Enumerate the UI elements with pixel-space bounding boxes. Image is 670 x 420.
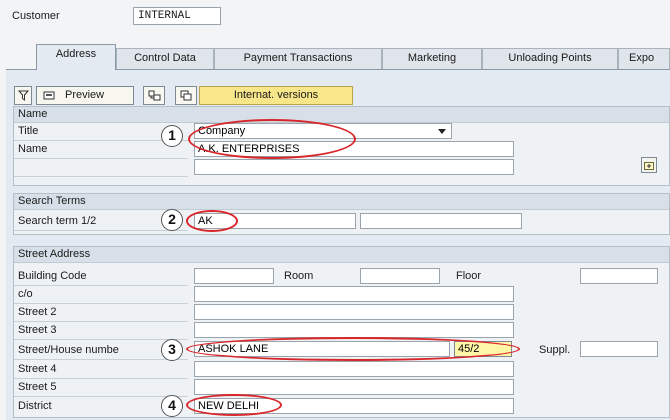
title-label: Title bbox=[18, 125, 39, 137]
tab-payment-transactions[interactable]: Payment Transactions bbox=[214, 48, 382, 69]
filter-icon bbox=[17, 90, 30, 107]
search-term-label: Search term 1/2 bbox=[18, 215, 97, 227]
building-code-field[interactable] bbox=[194, 268, 274, 284]
callout-number-2: 2 bbox=[161, 209, 183, 231]
tab-address[interactable]: Address bbox=[36, 44, 116, 70]
street-house-label: Street/House numbe bbox=[18, 344, 119, 356]
street4-field[interactable] bbox=[194, 361, 514, 377]
title-select[interactable]: Company bbox=[194, 123, 452, 139]
callout-number-1: 1 bbox=[161, 125, 183, 147]
customer-field[interactable]: INTERNAL bbox=[133, 7, 221, 25]
suppl-field[interactable] bbox=[580, 341, 658, 357]
customer-label: Customer bbox=[12, 10, 60, 22]
street3-field[interactable] bbox=[194, 322, 514, 338]
suppl-label: Suppl. bbox=[539, 344, 571, 356]
tab-bar: Address Control Data Payment Transaction… bbox=[24, 44, 670, 70]
street3-label: Street 3 bbox=[18, 324, 57, 336]
street-address-title: Street Address bbox=[14, 247, 669, 263]
internat-versions-button[interactable]: Internat. versions bbox=[199, 86, 353, 105]
tab-marketing[interactable]: Marketing bbox=[382, 48, 482, 69]
floor-field[interactable] bbox=[580, 268, 658, 284]
overview-button[interactable] bbox=[14, 86, 32, 105]
internat-versions-label: Internat. versions bbox=[233, 89, 319, 101]
link-icon bbox=[148, 90, 161, 107]
search-term2-field[interactable] bbox=[360, 213, 522, 229]
chevron-down-icon[interactable] bbox=[438, 129, 446, 134]
preview-label: Preview bbox=[65, 89, 105, 101]
tab-unloading-points[interactable]: Unloading Points bbox=[482, 48, 618, 69]
street5-label: Street 5 bbox=[18, 381, 57, 393]
search-terms-title: Search Terms bbox=[14, 194, 669, 210]
building-code-label: Building Code bbox=[18, 270, 87, 282]
group-button[interactable] bbox=[143, 86, 165, 105]
floor-label: Floor bbox=[456, 270, 482, 282]
street2-label: Street 2 bbox=[18, 306, 57, 318]
preview-button[interactable]: Preview bbox=[36, 86, 134, 105]
street4-label: Street 4 bbox=[18, 363, 57, 375]
callout-number-4: 4 bbox=[161, 395, 183, 417]
name-field[interactable]: A.K. ENTERPRISES bbox=[194, 141, 514, 157]
house-number-field[interactable]: 45/2 bbox=[454, 341, 512, 357]
tab-export[interactable]: Expo bbox=[618, 48, 670, 69]
copy-icon bbox=[180, 90, 193, 107]
district-field[interactable]: NEW DELHI bbox=[194, 398, 514, 414]
street-field[interactable]: ASHOK LANE bbox=[194, 341, 450, 357]
room-label: Room bbox=[284, 270, 314, 282]
name2-field[interactable] bbox=[194, 159, 514, 175]
print-preview-icon bbox=[43, 90, 55, 107]
search-term1-field[interactable]: AK bbox=[194, 213, 356, 229]
room-field[interactable] bbox=[360, 268, 440, 284]
tab-control-data[interactable]: Control Data bbox=[116, 48, 214, 69]
co-label: c/o bbox=[18, 288, 33, 300]
co-field[interactable] bbox=[194, 286, 514, 302]
expand-icon bbox=[644, 160, 655, 177]
street5-field[interactable] bbox=[194, 379, 514, 395]
copy-button[interactable] bbox=[175, 86, 197, 105]
more-names-button[interactable] bbox=[641, 157, 657, 173]
callout-number-3: 3 bbox=[161, 339, 183, 361]
district-label: District bbox=[18, 400, 52, 412]
street2-field[interactable] bbox=[194, 304, 514, 320]
name-group-title: Name bbox=[14, 107, 669, 123]
name-label: Name bbox=[18, 143, 48, 155]
